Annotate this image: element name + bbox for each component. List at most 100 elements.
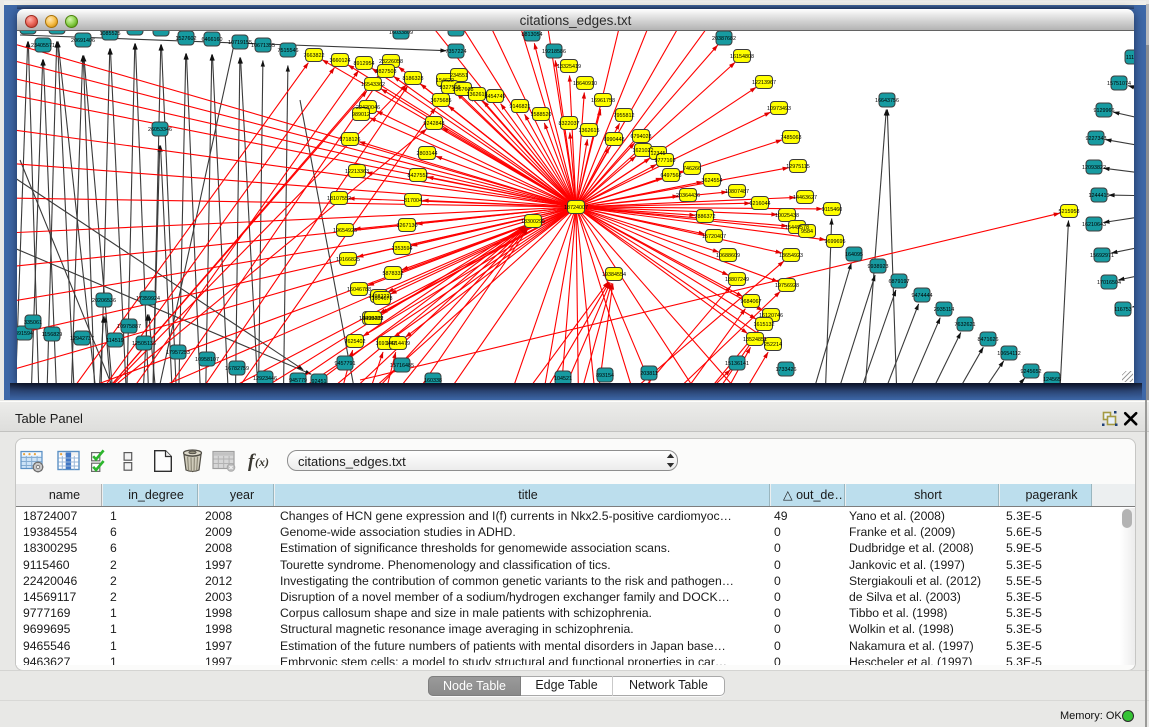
- svg-text:8912954: 8912954: [354, 61, 375, 67]
- svg-text:1604678: 1604678: [372, 296, 393, 302]
- svg-text:14914479: 14914479: [386, 341, 410, 347]
- svg-text:16046788: 16046788: [347, 287, 371, 293]
- svg-text:9129966: 9129966: [1094, 108, 1115, 114]
- svg-text:1353594: 1353594: [392, 246, 413, 252]
- svg-text:18300295: 18300295: [521, 219, 545, 225]
- svg-text:9777169: 9777169: [655, 158, 676, 164]
- svg-text:2935114: 2935114: [934, 307, 955, 313]
- svg-text:335061: 335061: [24, 320, 42, 326]
- svg-text:6794028: 6794028: [631, 134, 652, 140]
- svg-text:19756928: 19756928: [775, 283, 799, 289]
- svg-text:19384554: 19384554: [602, 272, 626, 278]
- svg-text:16961758: 16961758: [591, 98, 615, 104]
- svg-text:16543362: 16543362: [361, 82, 385, 88]
- svg-text:9827503: 9827503: [376, 69, 397, 75]
- svg-text:9684067: 9684067: [741, 299, 762, 305]
- svg-text:8322037: 8322037: [559, 121, 580, 127]
- svg-text:13325419: 13325419: [557, 64, 581, 70]
- svg-text:1244415: 1244415: [1089, 193, 1110, 199]
- svg-text:9115460: 9115460: [822, 207, 843, 213]
- svg-text:15720407: 15720407: [702, 234, 726, 240]
- svg-text:12213363: 12213363: [345, 169, 369, 175]
- svg-text:7485063: 7485063: [781, 135, 802, 141]
- svg-text:1156829: 1156829: [42, 332, 63, 338]
- svg-text:15751074: 15751074: [1107, 81, 1131, 87]
- svg-text:12345: 12345: [651, 151, 666, 157]
- svg-text:1588520: 1588520: [531, 112, 552, 118]
- svg-text:22420046: 22420046: [356, 105, 380, 111]
- svg-text:20691406: 20691406: [71, 38, 95, 44]
- svg-text:9938923: 9938923: [868, 264, 889, 270]
- svg-text:(x): (x): [255, 455, 269, 469]
- svg-text:17957253: 17957253: [166, 350, 190, 356]
- svg-text:9146821: 9146821: [510, 104, 531, 110]
- svg-text:18724007: 18724007: [564, 205, 588, 211]
- svg-text:1362615: 1362615: [579, 128, 600, 134]
- svg-text:23226058: 23226058: [379, 59, 403, 65]
- svg-text:15692971: 15692971: [1090, 253, 1114, 259]
- svg-text:9584: 9584: [801, 229, 813, 235]
- svg-text:3675685: 3675685: [431, 98, 452, 104]
- svg-text:10719155: 10719155: [228, 40, 252, 46]
- svg-text:12923446: 12923446: [253, 376, 277, 382]
- svg-text:12093822: 12093822: [1082, 165, 1106, 171]
- svg-text:391594: 391594: [17, 331, 33, 337]
- svg-text:12505135: 12505135: [132, 341, 156, 347]
- svg-text:8471626: 8471626: [978, 337, 999, 343]
- svg-text:1615132: 1615132: [754, 322, 775, 328]
- svg-text:92451: 92451: [312, 379, 327, 383]
- svg-text:12942737: 12942737: [70, 336, 94, 342]
- svg-text:746266: 746266: [683, 166, 701, 172]
- svg-text:14463627: 14463627: [793, 195, 817, 201]
- svg-text:7663822: 7663822: [304, 53, 325, 59]
- svg-text:9699695: 9699695: [825, 239, 846, 245]
- svg-text:6497568: 6497568: [661, 173, 682, 179]
- svg-text:8813054: 8813054: [522, 32, 543, 38]
- svg-text:9227343: 9227343: [1086, 136, 1107, 142]
- svg-text:9474444: 9474444: [912, 293, 933, 299]
- svg-text:19166825: 19166825: [336, 257, 360, 263]
- svg-text:3498222: 3498222: [363, 316, 384, 322]
- svg-text:116753: 116753: [1114, 307, 1132, 313]
- svg-text:5215958: 5215958: [1059, 209, 1080, 215]
- svg-text:252214: 252214: [764, 342, 782, 348]
- svg-text:20387682: 20387682: [712, 36, 736, 42]
- svg-text:7625402: 7625402: [345, 339, 366, 345]
- svg-text:9242848: 9242848: [424, 121, 445, 127]
- svg-text:881305: 881305: [447, 31, 465, 33]
- svg-text:2718126: 2718126: [340, 137, 361, 143]
- svg-text:11123: 11123: [1126, 55, 1134, 61]
- svg-text:20364436: 20364436: [676, 193, 700, 199]
- svg-text:2803144: 2803144: [417, 151, 438, 157]
- svg-text:6990448: 6990448: [604, 137, 625, 143]
- svg-text:203811: 203811: [640, 371, 658, 377]
- svg-text:10688609: 10688609: [716, 253, 740, 259]
- svg-text:234551: 234551: [450, 73, 468, 79]
- svg-text:10671355: 10671355: [251, 43, 275, 49]
- svg-text:17359924: 17359924: [136, 296, 160, 302]
- svg-text:10975887: 10975887: [117, 324, 141, 330]
- svg-text:18107552: 18107552: [327, 196, 351, 202]
- svg-text:9457791: 9457791: [335, 361, 356, 367]
- svg-text:18640910: 18640910: [573, 81, 597, 87]
- svg-text:7955812: 7955812: [614, 113, 635, 119]
- svg-text:3624554: 3624554: [702, 178, 723, 184]
- svg-text:16154808: 16154808: [730, 54, 754, 60]
- svg-text:3267130: 3267130: [397, 223, 418, 229]
- svg-text:6216044: 6216044: [750, 201, 771, 207]
- svg-text:5878332: 5878332: [383, 271, 404, 277]
- svg-text:26053346: 26053346: [148, 127, 172, 133]
- svg-text:164095: 164095: [845, 252, 863, 258]
- svg-text:8454749: 8454749: [485, 94, 506, 100]
- svg-text:13654923: 13654923: [779, 253, 803, 259]
- svg-text:8427552: 8427552: [408, 173, 429, 179]
- svg-text:9245652: 9245652: [1021, 369, 1042, 375]
- svg-text:8186328: 8186328: [403, 76, 424, 82]
- svg-text:7515546: 7515546: [278, 48, 299, 54]
- svg-text:1085525: 1085525: [100, 31, 121, 37]
- svg-text:10973493: 10973493: [767, 106, 791, 112]
- svg-text:10654112: 10654112: [997, 351, 1021, 357]
- svg-text:104521: 104521: [554, 376, 572, 382]
- svg-text:20206536: 20206536: [92, 298, 116, 304]
- svg-text:1527602: 1527602: [176, 36, 197, 42]
